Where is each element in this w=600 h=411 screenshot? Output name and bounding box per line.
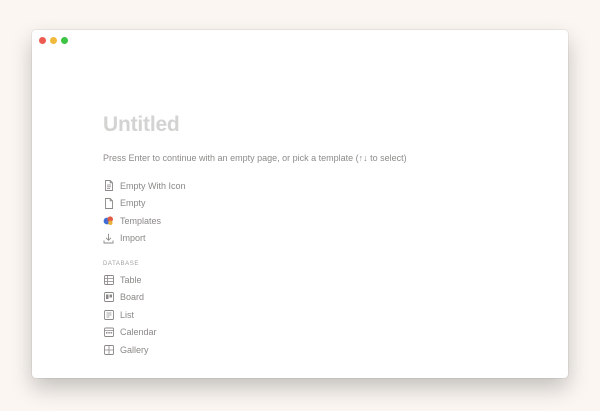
- page-with-icon-icon: [103, 180, 114, 192]
- table-icon: [103, 274, 114, 285]
- new-page-content: Untitled Press Enter to continue with an…: [103, 113, 523, 359]
- database-item-label: Table: [120, 274, 142, 285]
- import-icon: [103, 233, 114, 244]
- database-item-calendar[interactable]: Calendar: [103, 324, 523, 342]
- option-empty-with-icon[interactable]: Empty With Icon: [103, 177, 523, 195]
- option-label: Empty: [120, 198, 146, 209]
- database-item-board[interactable]: Board: [103, 289, 523, 307]
- database-item-table[interactable]: Table: [103, 271, 523, 289]
- database-item-label: Calendar: [120, 327, 157, 338]
- option-label: Templates: [120, 215, 162, 226]
- close-window-button[interactable]: [39, 37, 46, 44]
- database-item-list[interactable]: List: [103, 306, 523, 324]
- option-templates[interactable]: Templates: [103, 212, 523, 230]
- page-hint: Press Enter to continue with an empty pa…: [103, 153, 407, 163]
- database-options: Table Board List Calendar Gallery: [103, 271, 523, 359]
- templates-icon: [103, 215, 114, 226]
- option-label: Empty With Icon: [120, 180, 186, 191]
- calendar-icon: [103, 327, 114, 338]
- app-window: Untitled Press Enter to continue with an…: [32, 30, 568, 378]
- option-import[interactable]: Import: [103, 230, 523, 248]
- option-empty[interactable]: Empty: [103, 195, 523, 213]
- page-title[interactable]: Untitled: [103, 113, 523, 137]
- database-section-label: DATABASE: [103, 261, 139, 267]
- list-icon: [103, 309, 114, 320]
- page-options: Empty With Icon Empty Templates Import: [103, 177, 523, 247]
- database-item-label: List: [120, 309, 135, 320]
- database-item-label: Board: [120, 292, 145, 303]
- board-icon: [103, 292, 114, 303]
- option-label: Import: [120, 233, 146, 244]
- minimize-window-button[interactable]: [50, 37, 57, 44]
- database-item-label: Gallery: [120, 344, 149, 355]
- gallery-icon: [103, 344, 114, 355]
- database-item-gallery[interactable]: Gallery: [103, 341, 523, 359]
- maximize-window-button[interactable]: [61, 37, 68, 44]
- window-controls: [39, 37, 68, 44]
- page-icon: [103, 197, 114, 209]
